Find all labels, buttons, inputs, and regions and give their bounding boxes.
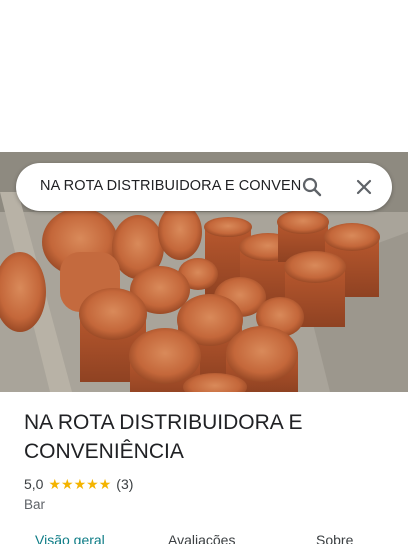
star-icon: ★ bbox=[86, 476, 99, 492]
search-button[interactable] bbox=[300, 175, 324, 199]
rating-stars: ★ ★ ★ ★ ★ bbox=[48, 477, 111, 491]
clear-search-button[interactable] bbox=[352, 175, 376, 199]
tab-overview[interactable]: Visão geral bbox=[35, 532, 105, 544]
rating-value: 5,0 bbox=[24, 476, 44, 492]
rating-row[interactable]: 5,0 ★ ★ ★ ★ ★ (3) bbox=[24, 476, 394, 492]
review-count[interactable]: (3) bbox=[116, 476, 133, 492]
star-icon: ★ bbox=[98, 476, 112, 492]
star-icon: ★ bbox=[73, 476, 87, 492]
place-tabs: Visão geral Avaliações Sobre bbox=[0, 530, 408, 544]
place-info: NA ROTA DISTRIBUIDORA E CONVENIÊNCIA 5,0… bbox=[24, 408, 394, 512]
search-input[interactable]: NA ROTA DISTRIBUIDORA E CONVENIÊNCIA bbox=[40, 178, 302, 194]
star-icon: ★ bbox=[48, 476, 62, 492]
close-icon bbox=[356, 179, 372, 195]
place-category[interactable]: Bar bbox=[24, 497, 394, 512]
tab-about[interactable]: Sobre bbox=[316, 532, 353, 544]
search-icon bbox=[302, 177, 322, 197]
tab-reviews[interactable]: Avaliações bbox=[168, 532, 235, 544]
star-icon: ★ bbox=[61, 476, 74, 492]
place-title: NA ROTA DISTRIBUIDORA E CONVENIÊNCIA bbox=[24, 411, 303, 463]
search-bar[interactable]: NA ROTA DISTRIBUIDORA E CONVENIÊNCIA bbox=[16, 163, 392, 211]
